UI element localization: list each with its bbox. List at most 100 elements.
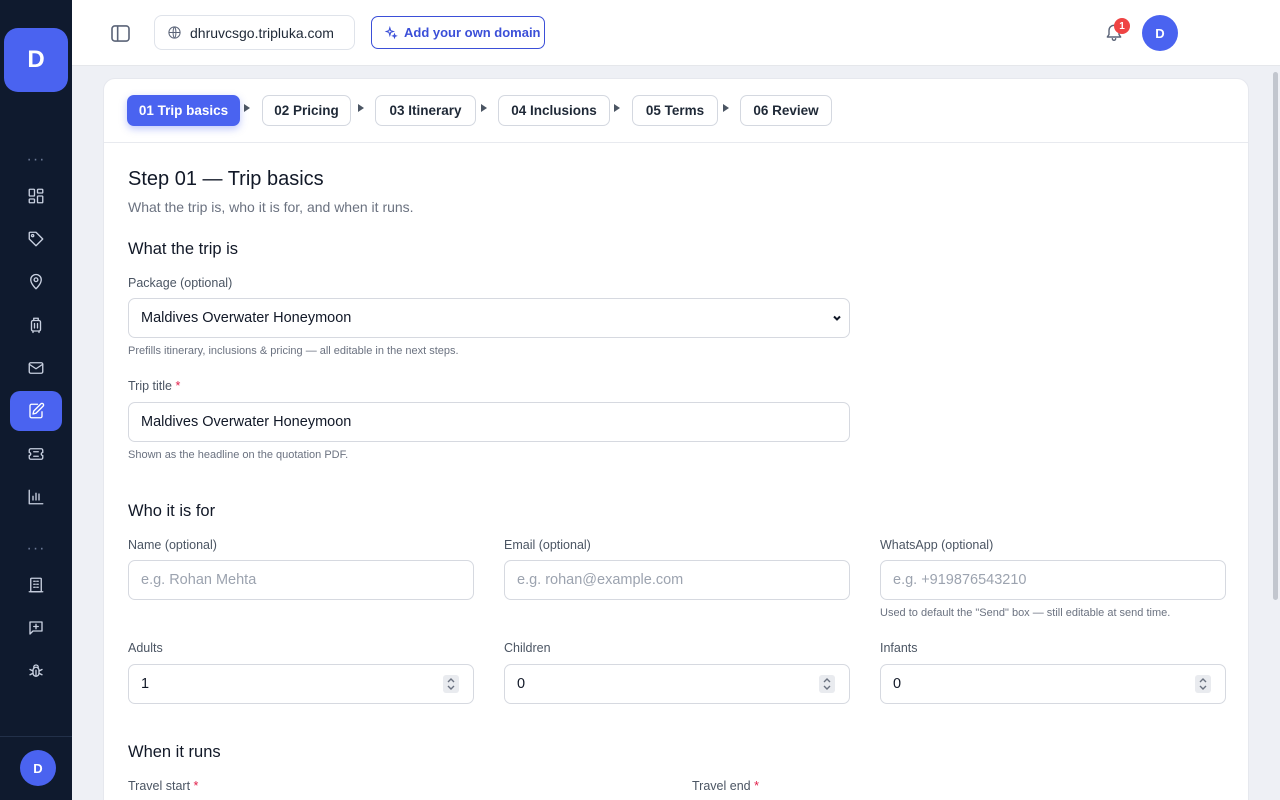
nav-destinations[interactable] bbox=[10, 262, 62, 302]
chevron-down-icon bbox=[831, 312, 843, 324]
step-arrow-icon bbox=[358, 104, 364, 112]
children-label: Children bbox=[504, 641, 551, 655]
chevron-down-icon bbox=[447, 685, 455, 690]
nav-dashboard[interactable] bbox=[10, 176, 62, 216]
topbar: dhruvcsgo.tripluka.com Add your own doma… bbox=[72, 0, 1280, 66]
add-domain-label: Add your own domain bbox=[404, 25, 541, 40]
sidebar-toggle-icon bbox=[110, 24, 130, 42]
page-subtitle: What the trip is, who it is for, and whe… bbox=[128, 199, 414, 215]
nav-feedback[interactable] bbox=[10, 608, 62, 648]
trip-title-hint: Shown as the headline on the quotation P… bbox=[128, 449, 349, 461]
step-trip-basics[interactable]: 01 Trip basics bbox=[127, 95, 240, 126]
travel-end-label-text: Travel end bbox=[692, 779, 751, 793]
step-itinerary[interactable]: 03 Itinerary bbox=[375, 95, 476, 126]
edit-quote-icon bbox=[29, 402, 45, 419]
brand-logo[interactable]: D bbox=[4, 28, 68, 92]
trip-title-input[interactable]: Maldives Overwater Honeymoon bbox=[128, 402, 850, 442]
domain-text: dhruvcsgo.tripluka.com bbox=[190, 24, 334, 41]
nav-company[interactable] bbox=[10, 565, 62, 605]
package-value: Maldives Overwater Honeymoon bbox=[141, 310, 352, 326]
dashboard-icon bbox=[28, 188, 44, 204]
name-placeholder: e.g. Rohan Mehta bbox=[141, 572, 257, 588]
whatsapp-label: WhatsApp (optional) bbox=[880, 538, 994, 552]
step-arrow-icon bbox=[723, 104, 729, 112]
map-pin-icon bbox=[30, 273, 42, 290]
step-arrow-icon bbox=[481, 104, 487, 112]
infants-input[interactable]: 0 bbox=[880, 664, 1226, 704]
travel-start-label: Travel start * bbox=[128, 779, 198, 793]
nav-reports[interactable] bbox=[10, 477, 62, 517]
infants-stepper[interactable] bbox=[1195, 675, 1211, 693]
tag-icon bbox=[28, 231, 44, 247]
email-label: Email (optional) bbox=[504, 538, 591, 552]
step-terms[interactable]: 05 Terms bbox=[632, 95, 718, 126]
adults-stepper[interactable] bbox=[443, 675, 459, 693]
children-input[interactable]: 0 bbox=[504, 664, 850, 704]
add-domain-button[interactable]: Add your own domain bbox=[371, 16, 545, 49]
adults-label: Adults bbox=[128, 641, 163, 655]
sparkle-icon bbox=[384, 25, 398, 39]
name-input[interactable]: e.g. Rohan Mehta bbox=[128, 560, 474, 600]
required-mark: * bbox=[754, 779, 759, 793]
adults-input[interactable]: 1 bbox=[128, 664, 474, 704]
step-review[interactable]: 06 Review bbox=[740, 95, 832, 126]
luggage-icon bbox=[30, 317, 42, 334]
nav-tags[interactable] bbox=[10, 219, 62, 259]
quotation-form-card: 01 Trip basics 02 Pricing 03 Itinerary 0… bbox=[103, 78, 1249, 800]
page-scrollbar[interactable] bbox=[1273, 72, 1278, 600]
globe-icon bbox=[168, 26, 181, 39]
required-mark: * bbox=[175, 379, 181, 393]
name-label: Name (optional) bbox=[128, 538, 217, 552]
sidebar-divider bbox=[0, 736, 72, 737]
more-dots: ··· bbox=[26, 540, 46, 557]
travel-end-label: Travel end * bbox=[692, 779, 759, 793]
whatsapp-input[interactable]: e.g. +919876543210 bbox=[880, 560, 1226, 600]
nav-quotations[interactable] bbox=[10, 391, 62, 431]
email-placeholder: e.g. rohan@example.com bbox=[517, 572, 684, 588]
mail-icon bbox=[28, 362, 44, 374]
email-input[interactable]: e.g. rohan@example.com bbox=[504, 560, 850, 600]
section-who-title: Who it is for bbox=[128, 502, 216, 520]
required-mark: * bbox=[193, 779, 199, 793]
step-pricing[interactable]: 02 Pricing bbox=[262, 95, 351, 126]
trip-title-value: Maldives Overwater Honeymoon bbox=[141, 414, 352, 430]
sidebar: D ··· ··· D bbox=[0, 0, 72, 800]
travel-start-label-text: Travel start bbox=[128, 779, 191, 793]
section-when-title: When it runs bbox=[128, 743, 221, 761]
user-avatar[interactable]: D bbox=[20, 750, 56, 786]
adults-value: 1 bbox=[141, 676, 150, 692]
ticket-icon bbox=[28, 448, 44, 460]
chevron-down-icon bbox=[823, 685, 831, 690]
package-hint: Prefills itinerary, inclusions & pricing… bbox=[128, 345, 459, 357]
domain-link[interactable]: dhruvcsgo.tripluka.com bbox=[154, 15, 355, 50]
bug-icon bbox=[29, 664, 43, 677]
sidebar-toggle-button[interactable] bbox=[108, 22, 132, 44]
chevron-up-icon bbox=[447, 678, 455, 683]
nav-trips[interactable] bbox=[10, 305, 62, 345]
nav-mail[interactable] bbox=[10, 348, 62, 388]
nav-tickets[interactable] bbox=[10, 434, 62, 474]
whatsapp-placeholder: e.g. +919876543210 bbox=[893, 572, 1027, 588]
whatsapp-hint: Used to default the "Send" box — still e… bbox=[880, 607, 1171, 619]
message-plus-icon bbox=[29, 621, 43, 635]
children-stepper[interactable] bbox=[819, 675, 835, 693]
chevron-up-icon bbox=[823, 678, 831, 683]
package-label: Package (optional) bbox=[128, 276, 233, 290]
chevron-down-icon bbox=[1199, 685, 1207, 690]
package-select[interactable]: Maldives Overwater Honeymoon bbox=[128, 298, 850, 338]
section-what-title: What the trip is bbox=[128, 240, 239, 258]
building-icon bbox=[28, 577, 44, 593]
page-title: Step 01 — Trip basics bbox=[128, 168, 324, 190]
chevron-up-icon bbox=[1199, 678, 1207, 683]
children-value: 0 bbox=[517, 676, 526, 692]
infants-value: 0 bbox=[893, 676, 902, 692]
stepper: 01 Trip basics 02 Pricing 03 Itinerary 0… bbox=[104, 79, 1248, 143]
nav-bugs[interactable] bbox=[10, 651, 62, 691]
step-inclusions[interactable]: 04 Inclusions bbox=[498, 95, 610, 126]
notification-badge: 1 bbox=[1114, 18, 1130, 34]
infants-label: Infants bbox=[880, 641, 918, 655]
step-arrow-icon bbox=[244, 104, 250, 112]
bar-chart-icon bbox=[28, 489, 44, 505]
account-avatar[interactable]: D bbox=[1142, 15, 1178, 51]
trip-title-label-text: Trip title bbox=[128, 379, 172, 393]
